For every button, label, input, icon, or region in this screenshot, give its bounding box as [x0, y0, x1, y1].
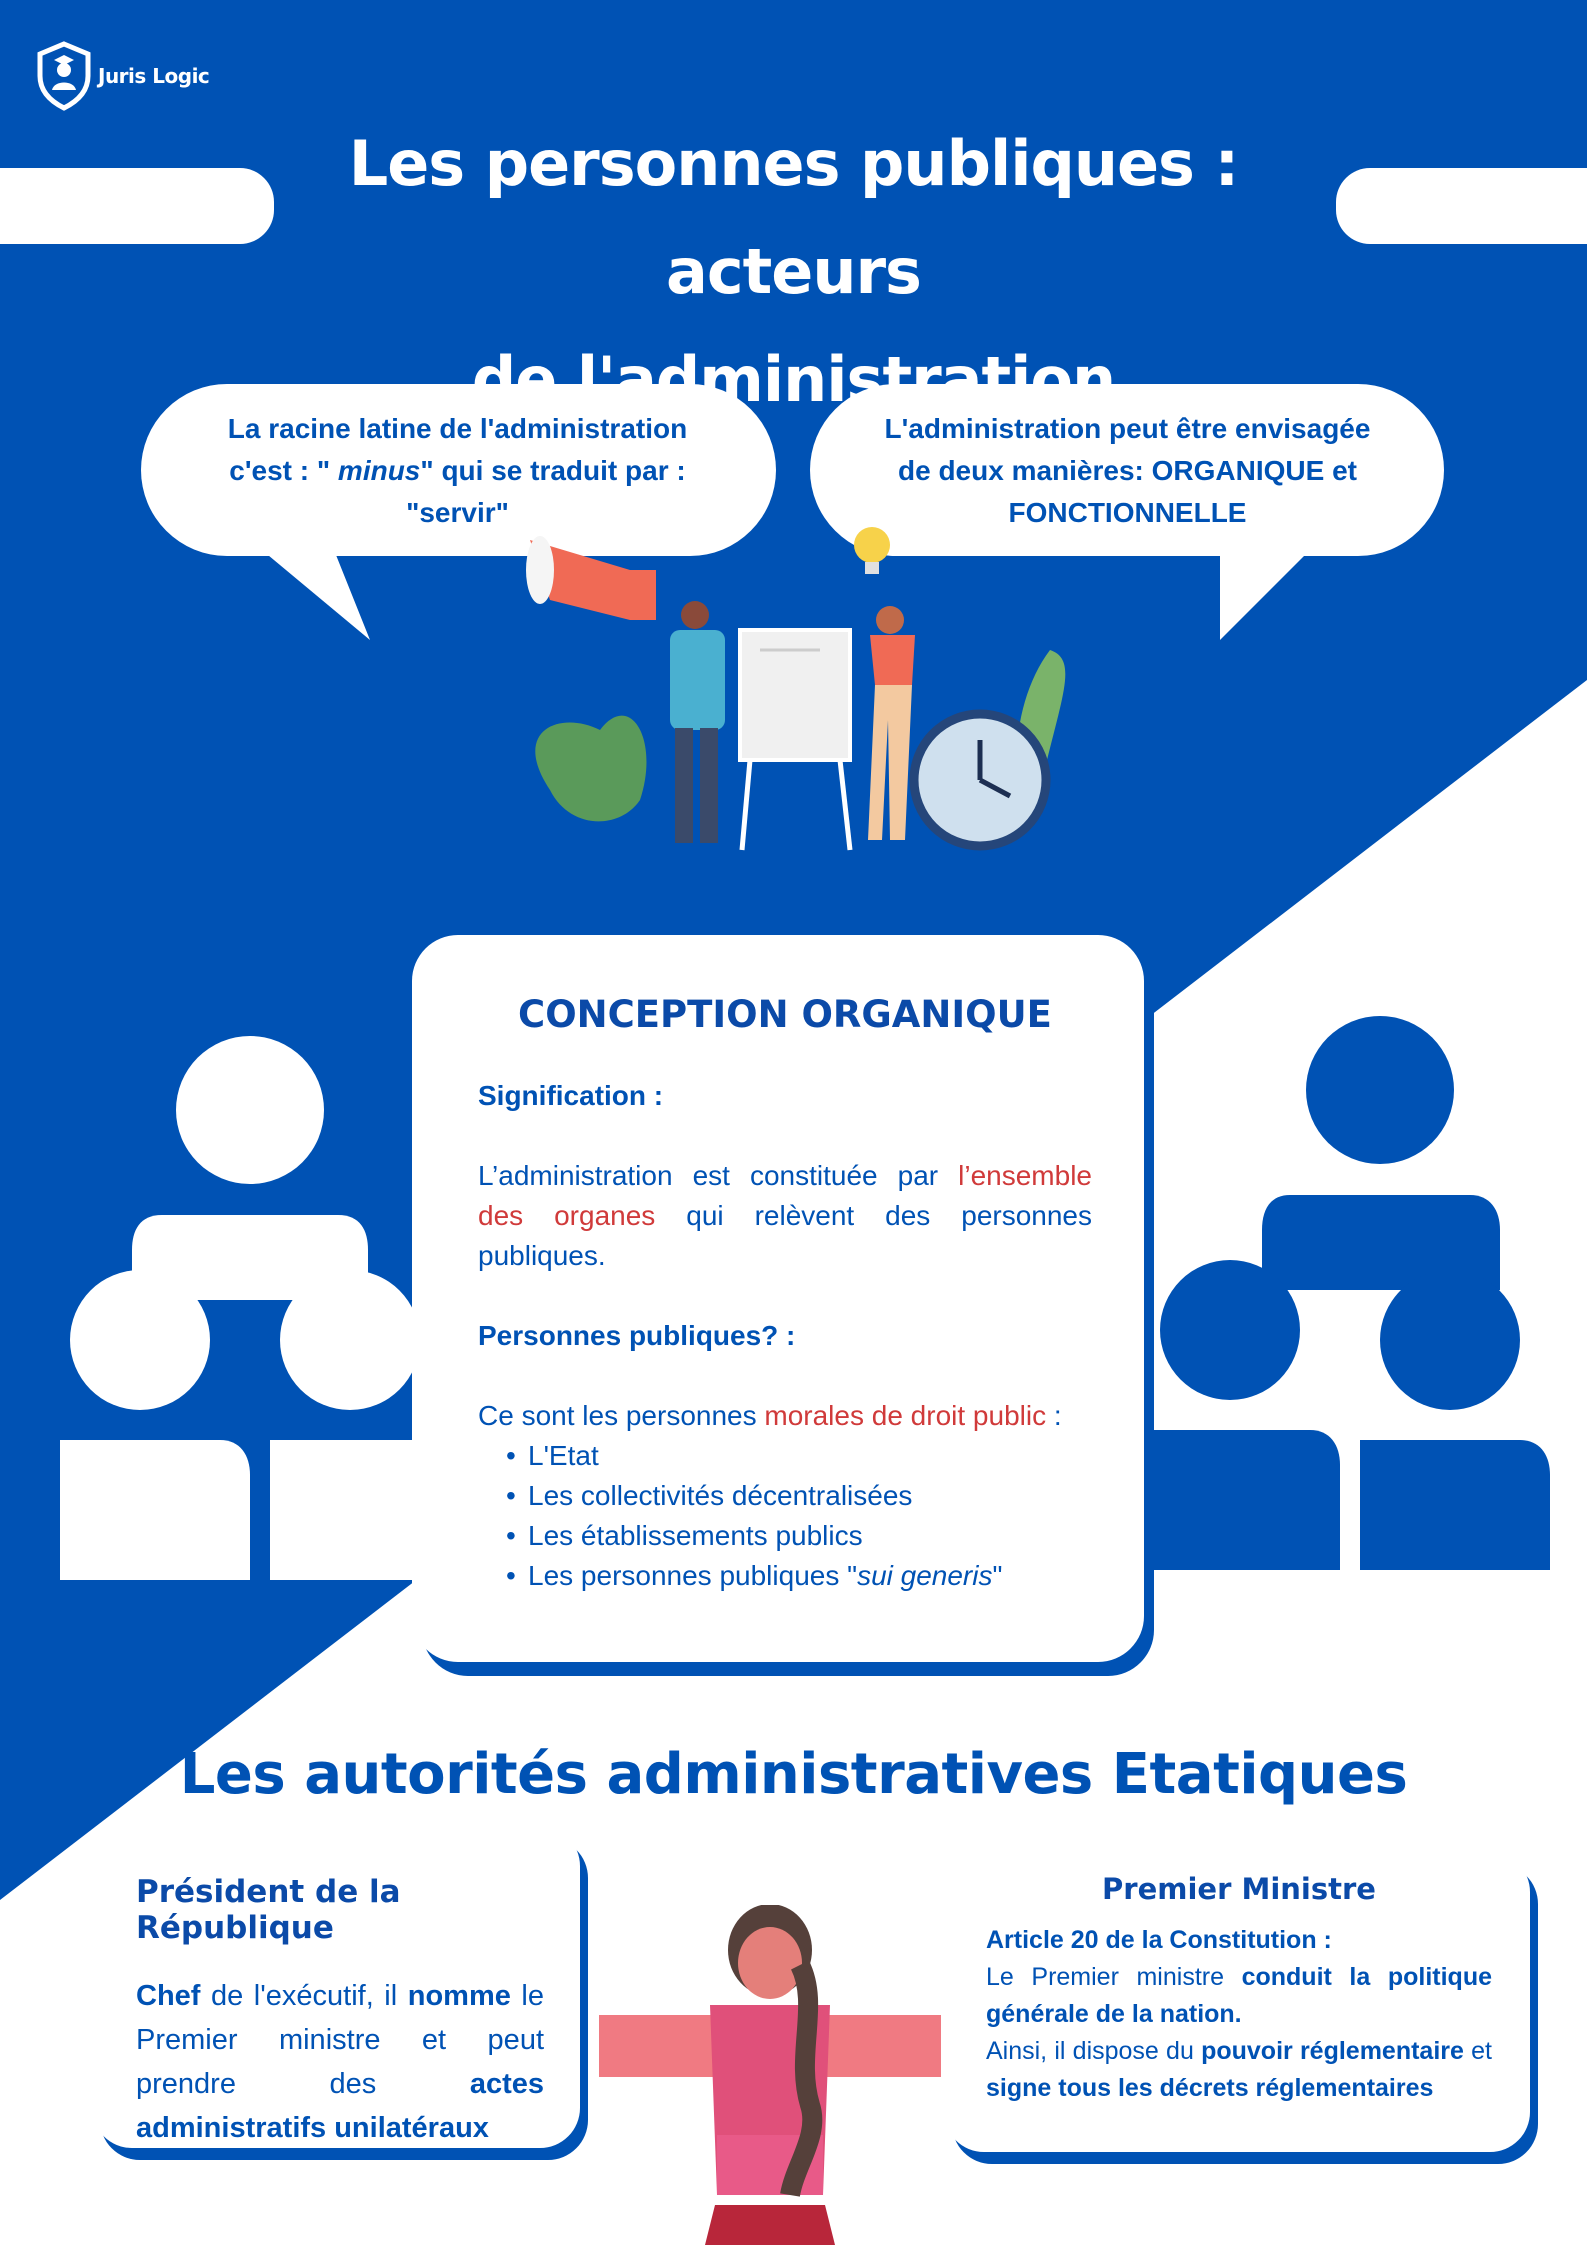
section-title: Les autorités administratives Etatiques	[179, 1742, 1408, 1807]
premier-ministre-title: Premier Ministre	[1102, 1872, 1376, 1906]
bubble-left-line-2: c'est : " minus" qui se traduit par :	[229, 455, 686, 486]
person-icon	[1120, 1260, 1340, 1570]
signification-text: L’administration est constituée par l’en…	[478, 1160, 1093, 1271]
megaphone-icon	[526, 536, 656, 620]
list-item: Les établissements publics	[478, 1516, 1092, 1556]
man-figure	[670, 601, 725, 843]
people-group-right	[1120, 1016, 1550, 1570]
president-title: Président de la République	[136, 1874, 401, 1946]
card-title: CONCEPTION ORGANIQUE	[518, 993, 1052, 1036]
page-title: Les personnes publiques : acteurs de l'a…	[220, 110, 1367, 434]
person-icon	[60, 1270, 250, 1580]
presentation-illustration	[526, 527, 1066, 851]
personnes-publiques-label: Personnes publiques? :	[478, 1320, 796, 1351]
face-shape	[738, 1927, 802, 1999]
bubble-left-line-1: La racine latine de l'administration	[227, 413, 688, 444]
skirt-shape	[705, 2205, 835, 2245]
people-group-left	[60, 1036, 460, 1580]
premier-ministre-para-2: Ainsi, il dispose du pouvoir réglementai…	[986, 2037, 1492, 2102]
title-pill-right	[1336, 168, 1587, 244]
title-line-1: Les personnes publiques : acteurs	[348, 127, 1240, 308]
president-text: Chef de l'exécutif, il nomme le Premier …	[136, 1980, 544, 2144]
shield-icon	[37, 41, 91, 111]
conception-organique-card: CONCEPTION ORGANIQUE Signification : L’a…	[412, 935, 1144, 1662]
plant-left-icon	[535, 715, 647, 822]
woman-illustration	[599, 1905, 941, 2245]
premier-ministre-text: Article 20 de la Constitution : Le Premi…	[986, 1922, 1492, 2107]
personnes-publiques-list: L'Etat Les collectivités décentralisées …	[478, 1436, 1092, 1596]
whiteboard-icon	[738, 628, 853, 851]
premier-ministre-para-1: Le Premier ministre conduit la politique…	[986, 1963, 1492, 2028]
president-card: Président de la République Chef de l'exé…	[92, 1826, 580, 2148]
brand-logo[interactable]: Juris Logic	[36, 36, 256, 116]
premier-ministre-card: Premier Ministre Article 20 de la Consti…	[944, 1852, 1530, 2152]
lightbulb-icon	[854, 527, 890, 574]
woman-figure	[868, 606, 915, 840]
article-label: Article 20 de la Constitution :	[986, 1926, 1332, 1954]
list-item: L'Etat	[478, 1436, 1092, 1476]
list-item: Les collectivités décentralisées	[478, 1476, 1092, 1516]
person-icon	[1262, 1016, 1500, 1290]
person-icon	[132, 1036, 368, 1300]
bubble-right-line-2: de deux manières: ORGANIQUE et	[897, 455, 1357, 486]
signification-label: Signification :	[478, 1080, 664, 1111]
personnes-publiques-text: Ce sont les personnes morales de droit p…	[478, 1400, 1062, 1431]
bubble-right-line-1: L'administration peut être envisagée	[884, 413, 1371, 444]
card-body: Signification : L’administration est con…	[478, 1076, 1092, 1596]
person-icon	[1360, 1270, 1550, 1570]
clock-icon	[909, 709, 1051, 851]
list-item: Les personnes publiques "sui generis"	[478, 1556, 1092, 1596]
brand-name: Juris Logic	[98, 64, 210, 88]
